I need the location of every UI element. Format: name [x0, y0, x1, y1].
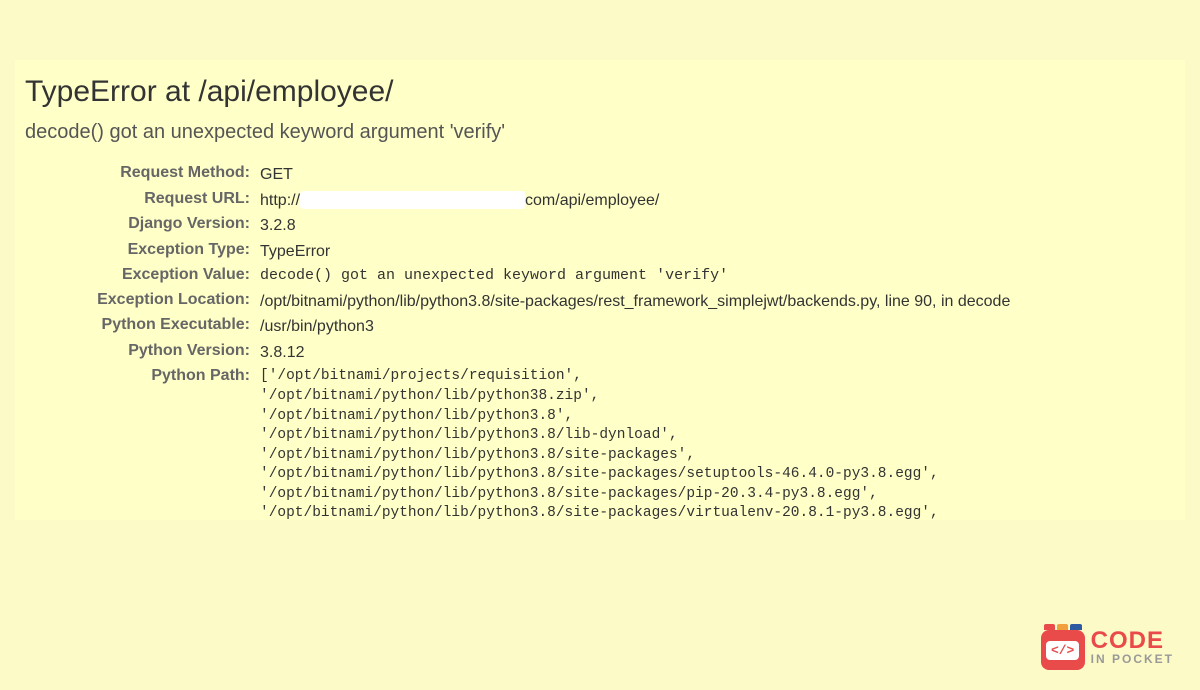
logo-text-top: CODE [1091, 629, 1174, 653]
logo-text-bottom: IN POCKET [1091, 653, 1174, 665]
value-django-version: 3.2.8 [260, 213, 1175, 239]
row-request-method: Request Method: GET [25, 162, 1175, 188]
value-python-version: 3.8.12 [260, 340, 1175, 366]
python-path-line: '/opt/bitnami/python/lib/python3.8/site-… [260, 446, 1175, 466]
url-redacted-block [300, 191, 525, 209]
row-request-url: Request URL: http:// com/api/employee/ [25, 188, 1175, 214]
label-request-url: Request URL: [25, 188, 260, 214]
value-request-method: GET [260, 162, 1175, 188]
row-exception-value: Exception Value: decode() got an unexpec… [25, 264, 1175, 288]
value-exception-type: TypeError [260, 239, 1175, 265]
logo-text: CODE IN POCKET [1091, 629, 1174, 665]
row-python-path: Python Path: ['/opt/bitnami/projects/req… [25, 365, 1175, 520]
label-exception-location: Exception Location: [25, 289, 260, 315]
error-title: TypeError at /api/employee/ [25, 75, 1175, 109]
url-suffix: com/api/employee/ [525, 190, 659, 212]
python-path-line: '/opt/bitnami/python/lib/python3.8/lib-d… [260, 426, 1175, 446]
python-path-line: '/opt/bitnami/python/lib/python3.8/site-… [260, 504, 1175, 520]
value-exception-location: /opt/bitnami/python/lib/python3.8/site-p… [260, 289, 1175, 315]
code-in-pocket-logo: </> CODE IN POCKET [1041, 624, 1174, 670]
row-exception-type: Exception Type: TypeError [25, 239, 1175, 265]
label-python-path: Python Path: [25, 365, 260, 520]
error-subtitle: decode() got an unexpected keyword argum… [25, 121, 1175, 144]
row-exception-location: Exception Location: /opt/bitnami/python/… [25, 289, 1175, 315]
url-prefix: http:// [260, 190, 300, 212]
value-request-url: http:// com/api/employee/ [260, 188, 1175, 214]
label-exception-type: Exception Type: [25, 239, 260, 265]
row-python-executable: Python Executable: /usr/bin/python3 [25, 314, 1175, 340]
python-path-line: ['/opt/bitnami/projects/requisition', [260, 367, 1175, 387]
value-exception-value: decode() got an unexpected keyword argum… [260, 264, 1175, 288]
label-exception-value: Exception Value: [25, 264, 260, 288]
label-python-executable: Python Executable: [25, 314, 260, 340]
python-path-line: '/opt/bitnami/python/lib/python3.8', [260, 407, 1175, 427]
python-path-line: '/opt/bitnami/python/lib/python3.8/site-… [260, 485, 1175, 505]
django-error-panel: TypeError at /api/employee/ decode() got… [15, 60, 1185, 520]
value-python-executable: /usr/bin/python3 [260, 314, 1175, 340]
python-path-line: '/opt/bitnami/python/lib/python3.8/site-… [260, 465, 1175, 485]
python-path-line: '/opt/bitnami/python/lib/python38.zip', [260, 387, 1175, 407]
logo-body: </> [1041, 630, 1085, 670]
info-table: Request Method: GET Request URL: http://… [25, 162, 1175, 520]
label-python-version: Python Version: [25, 340, 260, 366]
value-python-path: ['/opt/bitnami/projects/requisition', '/… [260, 365, 1175, 520]
code-brackets-icon: </> [1046, 641, 1079, 660]
row-django-version: Django Version: 3.2.8 [25, 213, 1175, 239]
label-django-version: Django Version: [25, 213, 260, 239]
label-request-method: Request Method: [25, 162, 260, 188]
row-python-version: Python Version: 3.8.12 [25, 340, 1175, 366]
logo-icon: </> [1041, 624, 1085, 670]
